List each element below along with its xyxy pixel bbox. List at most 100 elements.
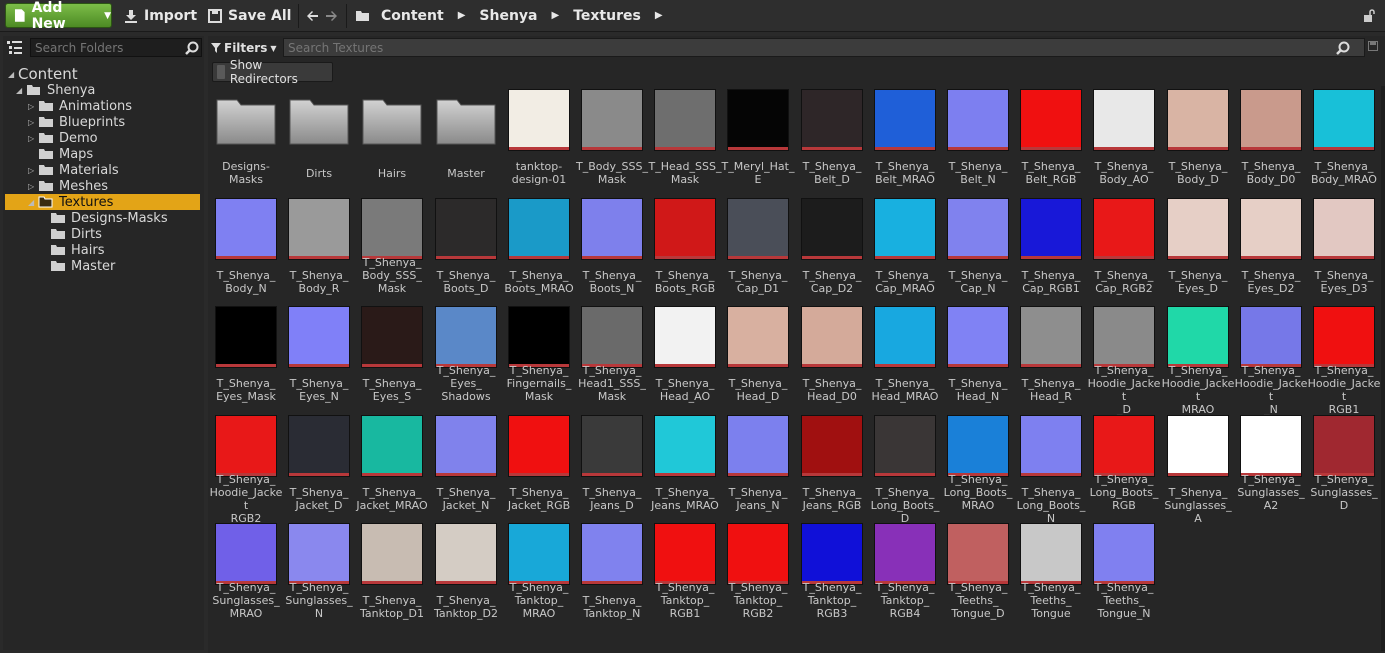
breadcrumb-arrow-icon[interactable]: ▶	[552, 10, 560, 21]
texture-thumbnail	[874, 523, 936, 585]
breadcrumb-shenya[interactable]: Shenya	[479, 8, 537, 24]
tree-item-content[interactable]: ◢ Content	[8, 65, 78, 83]
show-redirectors-toggle[interactable]: Show Redirectors	[212, 58, 333, 86]
texture-thumbnail	[654, 306, 716, 368]
toggle-sources-button[interactable]	[6, 39, 23, 60]
texture-thumbnail	[874, 306, 936, 368]
arrow-left-icon	[307, 10, 318, 21]
texture-thumbnail	[1167, 198, 1229, 260]
tree-item-maps[interactable]: Maps	[28, 146, 93, 162]
toolbar: Add New ▼ Import Save All Content ▶ Shen…	[0, 0, 1385, 32]
tree-item-label: Master	[71, 258, 116, 274]
texture-thumbnail	[1093, 415, 1155, 477]
folder-icon	[216, 99, 276, 145]
texture-thumbnail	[801, 523, 863, 585]
asset-view-panel: Filters ▼ Show Redirectors Designs- Mask…	[208, 36, 1385, 653]
tree-item-dirts[interactable]: Dirts	[40, 226, 102, 242]
asset-label: T_Shenya_ Belt_D	[802, 160, 862, 186]
asset-label: T_Shenya_ Body_AO	[1094, 160, 1154, 186]
breadcrumb-textures[interactable]: Textures	[573, 8, 641, 24]
tree-item-hairs[interactable]: Hairs	[40, 242, 104, 258]
breadcrumb-arrow-icon[interactable]: ▶	[458, 10, 466, 21]
asset-label: T_Shenya_ Tanktop_D2	[434, 594, 498, 620]
search-icon[interactable]	[185, 41, 199, 55]
tree-item-materials[interactable]: ▷ Materials	[28, 162, 119, 178]
texture-thumbnail	[1020, 198, 1082, 260]
save-all-button[interactable]: Save All	[208, 3, 291, 28]
tree-item-label: Maps	[59, 146, 94, 162]
asset-label: T_Shenya_ Head_MRAO	[871, 377, 939, 403]
texture-thumbnail	[361, 415, 423, 477]
asset-label: T_Shenya_ Sunglasses_ N	[285, 581, 353, 620]
texture-thumbnail	[361, 306, 423, 368]
asset-label: T_Meryl_Hat_ E	[721, 160, 795, 186]
tree-item-shenya[interactable]: ◢ Shenya	[16, 82, 95, 98]
new-file-icon	[14, 9, 25, 22]
tree-item-label: Animations	[59, 98, 133, 114]
tree-item-demo[interactable]: ▷ Demo	[28, 130, 98, 146]
collapsed-arrow-icon[interactable]: ▷	[28, 134, 38, 143]
forward-button[interactable]	[325, 3, 345, 28]
breadcrumb-arrow-icon[interactable]: ▶	[655, 10, 663, 21]
texture-thumbnail	[874, 89, 936, 151]
tree-item-label: Demo	[59, 130, 98, 146]
collapsed-arrow-icon[interactable]: ▷	[28, 166, 38, 175]
folder-search-input[interactable]	[30, 38, 202, 57]
asset-search-input[interactable]	[283, 38, 1365, 57]
tree-item-textures[interactable]: ◢ Textures	[28, 194, 113, 210]
save-search-icon[interactable]	[1368, 41, 1378, 51]
texture-thumbnail	[727, 89, 789, 151]
texture-thumbnail	[727, 198, 789, 260]
search-icon[interactable]	[1336, 41, 1350, 55]
texture-thumbnail	[801, 89, 863, 151]
asset-label: T_Shenya_ Jeans_RGB	[802, 486, 862, 512]
texture-thumbnail	[508, 89, 570, 151]
folder-icon	[39, 133, 53, 143]
folder-icon	[39, 149, 53, 159]
tree-item-meshes[interactable]: ▷ Meshes	[28, 178, 108, 194]
tree-item-label: Textures	[59, 194, 114, 210]
lock-button[interactable]	[1362, 8, 1376, 27]
filters-label: Filters	[224, 41, 268, 55]
folder-tree-panel: ◢Content◢Shenya▷Animations▷Blueprints▷De…	[3, 36, 204, 650]
save-all-label: Save All	[228, 7, 292, 24]
asset-label: T_Shenya_ Eyes_S	[362, 377, 422, 403]
tree-item-blueprints[interactable]: ▷ Blueprints	[28, 114, 125, 130]
asset-label: T_Shenya_ Hoodie_Jacket RGB2	[209, 473, 283, 525]
texture-thumbnail	[288, 415, 350, 477]
folder-icon	[39, 165, 53, 175]
asset-label: T_Shenya_ Boots_D	[436, 269, 496, 295]
expanded-arrow-icon[interactable]: ◢	[28, 198, 38, 207]
asset-label: T_Shenya_ Long_Boots_D	[870, 486, 940, 525]
import-button[interactable]: Import	[124, 3, 197, 28]
expanded-arrow-icon[interactable]: ◢	[8, 70, 18, 79]
breadcrumb: Content ▶ Shenya ▶ Textures ▶	[355, 3, 677, 28]
asset-label: T_Shenya_ Belt_N	[948, 160, 1008, 186]
folder-open-icon	[356, 11, 369, 21]
texture-thumbnail	[727, 523, 789, 585]
tree-item-label: Shenya	[47, 82, 96, 98]
tree-item-label: Blueprints	[59, 114, 126, 130]
collapsed-arrow-icon[interactable]: ▷	[28, 102, 38, 111]
tree-item-animations[interactable]: ▷ Animations	[28, 98, 132, 114]
tree-item-master[interactable]: Master	[40, 258, 115, 274]
asset-label: T_Shenya_ Long_Boots_ RGB	[1089, 473, 1159, 512]
texture-thumbnail	[361, 523, 423, 585]
back-button[interactable]	[305, 3, 325, 28]
asset-label: T_Shenya_ Head_D0	[802, 377, 862, 403]
asset-label: T_Shenya_ Tanktop_ RGB2	[728, 581, 788, 620]
filters-button[interactable]: Filters ▼	[211, 38, 277, 58]
add-new-button[interactable]: Add New ▼	[5, 0, 112, 32]
asset-label: T_Head_SSS_ Mask	[648, 160, 722, 186]
tree-item-designs-masks[interactable]: Designs-Masks	[40, 210, 168, 226]
scrollbar[interactable]	[1381, 86, 1385, 651]
expanded-arrow-icon[interactable]: ◢	[16, 86, 26, 95]
collapsed-arrow-icon[interactable]: ▷	[28, 182, 38, 191]
breadcrumb-content[interactable]: Content	[381, 8, 444, 24]
tree-list-icon	[7, 41, 22, 54]
asset-label: T_Shenya_ Body_N	[216, 269, 276, 295]
asset-label: T_Shenya_ Cap_RGB1	[1021, 269, 1081, 295]
collapsed-arrow-icon[interactable]: ▷	[28, 118, 38, 127]
asset-label: T_Shenya_ Head_D	[728, 377, 788, 403]
asset-label: T_Shenya_ Boots_N	[582, 269, 642, 295]
